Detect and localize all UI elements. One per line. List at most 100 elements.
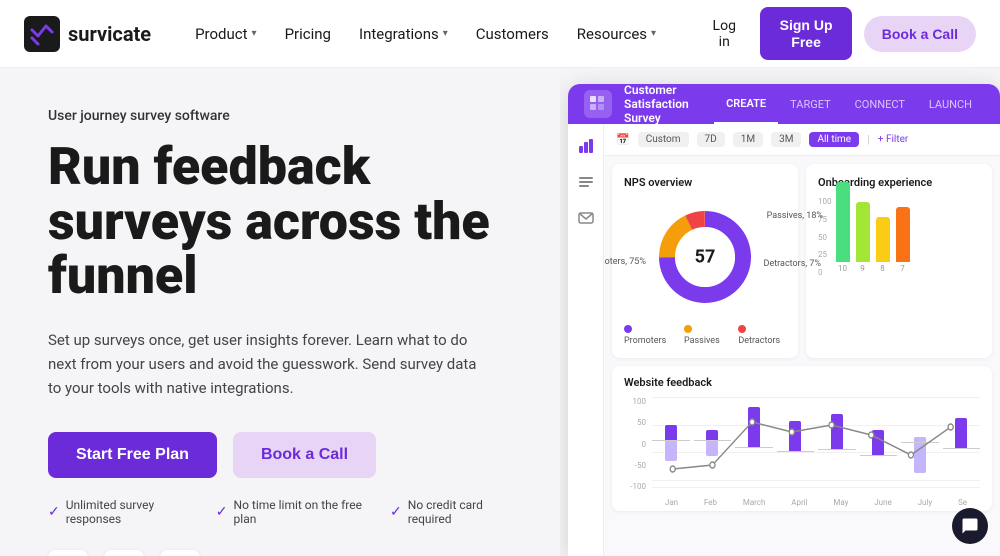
y-label-50: 50 <box>818 233 832 242</box>
hero-title-line3: funnel <box>48 245 198 306</box>
dashboard-tabs: CREATE TARGET CONNECT LAUNCH <box>714 84 984 124</box>
hero-buttons: Start Free Plan Book a Call <box>48 432 512 478</box>
bar-label-7: 7 <box>900 264 905 273</box>
nav-resources-chevron: ▾ <box>651 28 656 39</box>
badge-unlimited: ✓ Unlimited survey responses <box>48 498 192 526</box>
filter-3m[interactable]: 3M <box>771 132 801 147</box>
signup-button[interactable]: Sign Up Free <box>760 7 851 61</box>
y-label-0: 0 <box>818 268 832 277</box>
feedback-chart-container: 100 50 0 -50 -100 <box>624 397 980 507</box>
hero-subtitle: User journey survey software <box>48 108 512 124</box>
detractors-dot <box>738 325 746 333</box>
x-label-april: April <box>791 498 807 507</box>
bar-orange <box>896 207 910 262</box>
badge-no-card: ✓ No credit card required <box>390 498 512 526</box>
charts-grid: NPS overview <box>604 156 1000 366</box>
nav-resources[interactable]: Resources ▾ <box>565 17 668 51</box>
tab-target[interactable]: TARGET <box>778 84 843 124</box>
sidebar-mail-icon[interactable] <box>576 208 596 228</box>
logo[interactable]: survicate <box>24 16 151 52</box>
sidebar-list-icon[interactable] <box>576 172 596 192</box>
nav-customers-label: Customers <box>476 25 549 43</box>
x-label-jan: Jan <box>665 498 678 507</box>
passives-legend-item: Passives <box>684 325 726 346</box>
trust-logos: G G G <box>48 550 512 556</box>
nps-chart-card: NPS overview <box>612 164 798 358</box>
fb-y-0: 0 <box>624 440 646 449</box>
start-free-plan-button[interactable]: Start Free Plan <box>48 432 217 478</box>
check-icon-3: ✓ <box>390 504 402 520</box>
calendar-icon: 📅 <box>616 133 630 146</box>
book-call-button[interactable]: Book a Call <box>233 432 376 478</box>
signup-label: Sign Up Free <box>780 17 833 50</box>
promoters-dot <box>624 325 632 333</box>
feedback-chart-card: Website feedback 100 50 0 -50 -100 <box>612 366 992 511</box>
dashboard-body: 📅 Custom 7D 1M 3M All time | + Filter NP <box>568 124 1000 556</box>
x-label-march: March <box>743 498 766 507</box>
book-call-header-button[interactable]: Book a Call <box>864 16 976 52</box>
fb-y-100: 100 <box>624 397 646 406</box>
g2-logo-2: G <box>104 550 144 556</box>
detractors-legend-item: Detractors <box>738 325 786 346</box>
book-call-header-label: Book a Call <box>882 26 958 42</box>
dashboard-sidebar <box>568 124 604 556</box>
check-icon-2: ✓ <box>216 504 228 520</box>
detractors-label-text: Detractors, 7% <box>764 259 821 269</box>
header: survicate Product ▾ Pricing Integrations… <box>0 0 1000 68</box>
y-label-100: 100 <box>818 197 832 206</box>
promoters-label: Promoters, 75% <box>604 257 646 267</box>
tab-create[interactable]: CREATE <box>714 84 778 124</box>
detractors-legend-text: Detractors <box>738 336 780 346</box>
filter-7d[interactable]: 7D <box>697 132 725 147</box>
bar-8: 8 <box>876 217 890 273</box>
filter-divider: | <box>867 133 870 146</box>
nav-product[interactable]: Product ▾ <box>183 17 268 51</box>
header-actions: Log in Sign Up Free Book a Call <box>700 7 976 61</box>
filter-1m[interactable]: 1M <box>733 132 763 147</box>
badge-no-card-text: No credit card required <box>408 498 512 526</box>
bar-green <box>836 182 850 262</box>
feedback-title: Website feedback <box>624 376 980 389</box>
badge-no-timelimit-text: No time limit on the free plan <box>234 498 367 526</box>
passives-label-text: Passives, 18% <box>767 211 823 221</box>
detractors-label: Detractors, 7% <box>764 259 821 269</box>
onboarding-chart-card: Onboarding experience 100 75 50 25 0 <box>806 164 992 358</box>
main-nav: Product ▾ Pricing Integrations ▾ Custome… <box>183 17 668 51</box>
x-label-may: May <box>833 498 848 507</box>
tab-connect[interactable]: CONNECT <box>843 84 917 124</box>
promoters-legend-text: Promoters <box>624 336 666 346</box>
nav-pricing[interactable]: Pricing <box>273 17 343 51</box>
filter-add[interactable]: + Filter <box>878 134 909 145</box>
survey-name: Customer Satisfaction Survey <box>624 84 714 125</box>
g2-logo-1: G <box>48 550 88 556</box>
dashboard-preview: Customer Satisfaction Survey CREATE TARG… <box>560 68 1000 556</box>
nav-integrations[interactable]: Integrations ▾ <box>347 17 460 51</box>
nav-integrations-chevron: ▾ <box>443 28 448 39</box>
nav-product-label: Product <box>195 25 247 43</box>
passives-dot <box>684 325 692 333</box>
hero-section: User journey survey software Run feedbac… <box>0 68 560 556</box>
chat-bubble[interactable] <box>952 508 988 544</box>
nps-score: 57 <box>695 247 716 268</box>
chat-icon <box>961 517 979 535</box>
nav-customers[interactable]: Customers <box>464 17 561 51</box>
fb-y-neg100: -100 <box>624 482 646 491</box>
nav-integrations-label: Integrations <box>359 25 439 43</box>
bar-yellow <box>876 217 890 262</box>
nps-legend: Promoters Passives Detractors <box>624 325 786 346</box>
tab-connect-label: CONNECT <box>855 98 905 111</box>
check-icon-1: ✓ <box>48 504 60 520</box>
sidebar-chart-icon[interactable] <box>576 136 596 156</box>
filter-custom[interactable]: Custom <box>638 132 689 147</box>
y-label-25: 25 <box>818 250 832 259</box>
tab-create-label: CREATE <box>726 97 766 110</box>
tab-launch[interactable]: LAUNCH <box>917 84 984 124</box>
hero-trust-badges: ✓ Unlimited survey responses ✓ No time l… <box>48 498 512 526</box>
bar-label-9: 9 <box>860 264 865 273</box>
fb-y-neg50: -50 <box>624 461 646 470</box>
badge-no-timelimit: ✓ No time limit on the free plan <box>216 498 366 526</box>
login-button[interactable]: Log in <box>700 10 748 58</box>
passives-legend-text: Passives <box>684 336 720 346</box>
dashboard-card: Customer Satisfaction Survey CREATE TARG… <box>568 84 1000 556</box>
filter-alltime[interactable]: All time <box>809 132 859 147</box>
